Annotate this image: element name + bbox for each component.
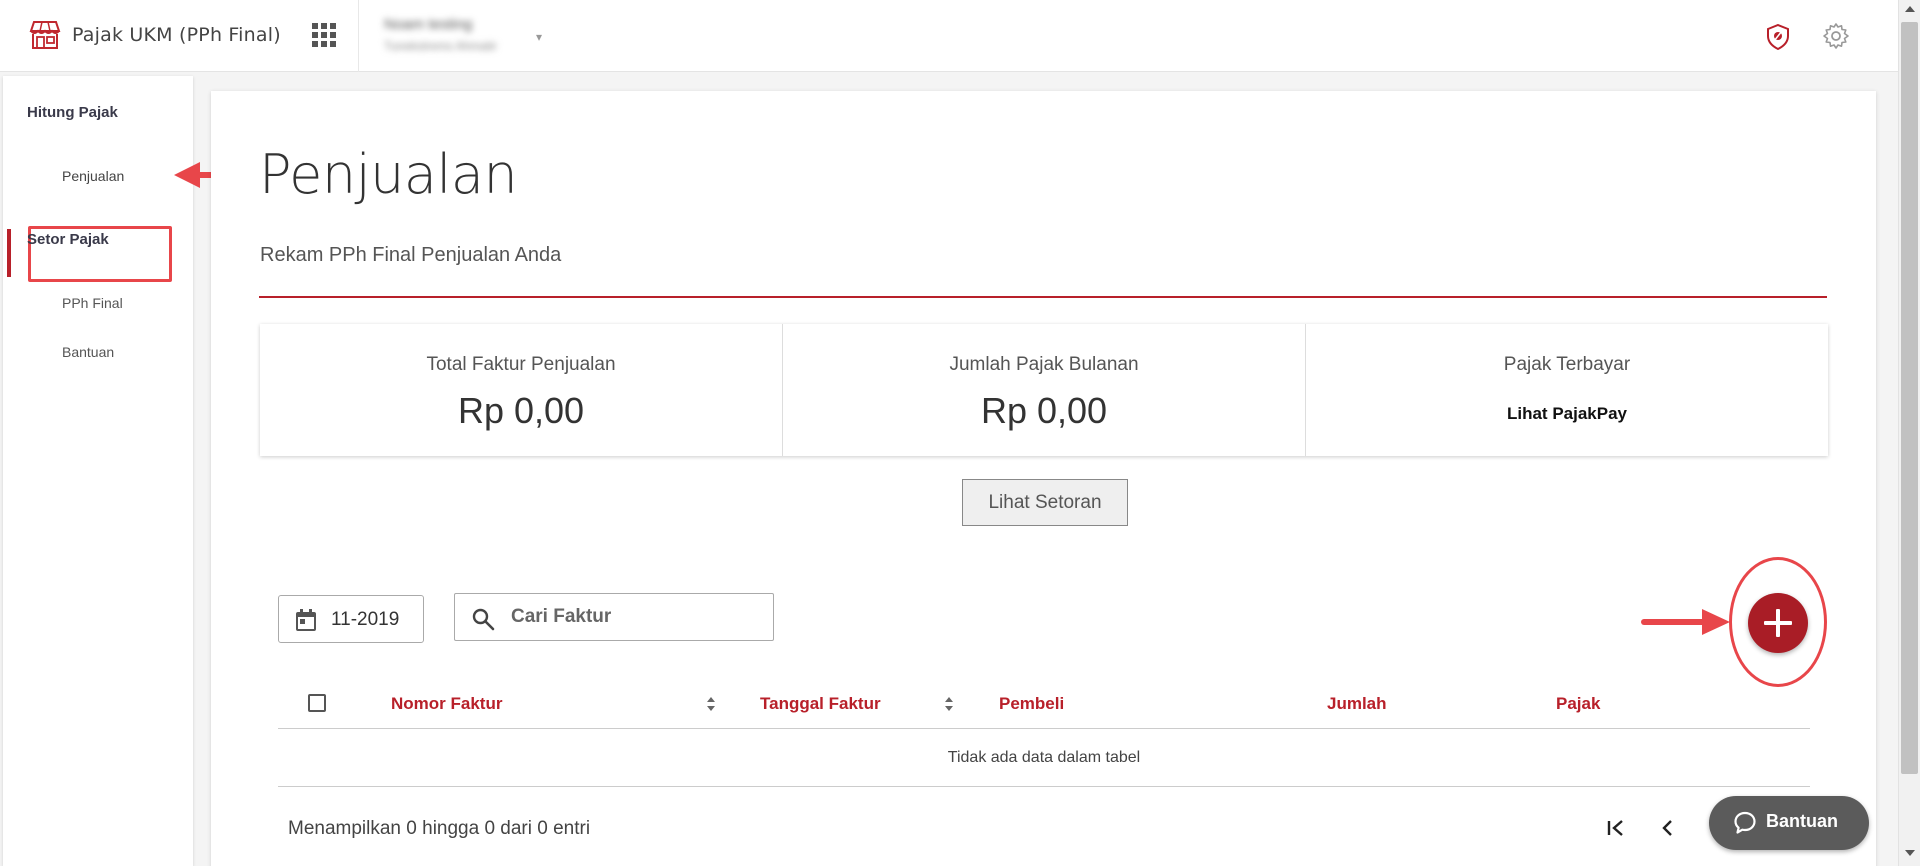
search-box[interactable] xyxy=(454,593,774,641)
first-page-icon[interactable] xyxy=(1606,818,1626,838)
scroll-thumb[interactable] xyxy=(1901,22,1918,774)
col-jumlah[interactable]: Jumlah xyxy=(1327,694,1387,714)
sidebar-item-bantuan[interactable]: Bantuan xyxy=(62,344,114,360)
col-pembeli[interactable]: Pembeli xyxy=(999,694,1064,714)
app-logo[interactable]: Pajak UKM (PPh Final) xyxy=(28,20,281,50)
sidebar-item-penjualan[interactable]: Penjualan xyxy=(62,168,124,184)
stat-jumlah-pajak: Jumlah Pajak Bulanan Rp 0,00 xyxy=(783,324,1306,456)
annotation-highlight-circle xyxy=(1729,557,1827,687)
page-title: Penjualan xyxy=(259,143,518,206)
search-icon xyxy=(472,608,495,631)
period-value: 11-2019 xyxy=(331,609,400,630)
calendar-icon xyxy=(296,609,316,631)
sidebar: Hitung Pajak Penjualan Setor Pajak PPh F… xyxy=(3,76,193,866)
sort-icon[interactable] xyxy=(944,696,954,712)
select-all-checkbox[interactable] xyxy=(308,694,326,712)
sidebar-section-hitung-pajak: Hitung Pajak xyxy=(27,104,118,121)
page-subtitle: Rekam PPh Final Penjualan Anda xyxy=(260,244,562,266)
stat-label: Total Faktur Penjualan xyxy=(426,354,616,375)
scroll-down-arrow-icon[interactable] xyxy=(1905,850,1915,856)
table-header-row: Nomor Faktur Tanggal Faktur Pembeli Juml… xyxy=(278,676,1810,729)
col-nomor-faktur[interactable]: Nomor Faktur xyxy=(391,694,502,714)
lihat-pajakpay-link[interactable]: Lihat PajakPay xyxy=(1306,404,1828,424)
lihat-setoran-button[interactable]: Lihat Setoran xyxy=(962,479,1128,526)
col-pajak[interactable]: Pajak xyxy=(1556,694,1600,714)
col-tanggal-faktur[interactable]: Tanggal Faktur xyxy=(760,694,881,714)
header-divider xyxy=(358,0,359,72)
apps-grid-icon[interactable] xyxy=(312,23,336,47)
shield-icon[interactable] xyxy=(1766,24,1790,50)
app-title: Pajak UKM (PPh Final) xyxy=(72,24,281,46)
user-name: Noam testing xyxy=(384,16,473,33)
stat-pajak-terbayar: Pajak Terbayar Lihat PajakPay xyxy=(1306,324,1828,456)
stat-total-faktur: Total Faktur Penjualan Rp 0,00 xyxy=(260,324,783,456)
sort-icon[interactable] xyxy=(706,696,716,712)
gear-icon[interactable] xyxy=(1822,22,1850,50)
summary-stats: Total Faktur Penjualan Rp 0,00 Jumlah Pa… xyxy=(260,324,1828,456)
stat-value: Rp 0,00 xyxy=(457,390,585,431)
user-account-menu[interactable]: Noam testing Tunekstrems Ahmatir xyxy=(384,16,497,53)
bantuan-help-button[interactable]: Bantuan xyxy=(1709,796,1869,850)
previous-page-icon[interactable] xyxy=(1660,818,1674,838)
top-header: Pajak UKM (PPh Final) Noam testing Tunek… xyxy=(0,0,1898,72)
annotation-arrow-right-icon xyxy=(1641,609,1730,635)
user-subtitle: Tunekstrems Ahmatir xyxy=(384,39,497,53)
title-divider xyxy=(259,296,1827,298)
chevron-down-icon[interactable]: ▾ xyxy=(536,30,542,44)
table-empty-message: Tidak ada data dalam tabel xyxy=(947,749,1141,766)
faktur-table: Nomor Faktur Tanggal Faktur Pembeli Juml… xyxy=(278,676,1810,787)
table-empty-row: Tidak ada data dalam tabel xyxy=(278,729,1810,787)
bantuan-label: Bantuan xyxy=(1766,811,1838,831)
sidebar-item-pph-final[interactable]: PPh Final xyxy=(62,295,123,311)
search-input[interactable] xyxy=(511,602,761,632)
stat-value: Rp 0,00 xyxy=(980,390,1108,431)
sidebar-active-indicator xyxy=(7,229,11,277)
chat-bubble-icon xyxy=(1734,811,1756,834)
table-info: Menampilkan 0 hingga 0 dari 0 entri xyxy=(288,818,591,839)
scroll-up-arrow-icon[interactable] xyxy=(1905,6,1915,12)
page-scrollbar[interactable] xyxy=(1898,0,1920,866)
stat-label: Jumlah Pajak Bulanan xyxy=(949,354,1139,375)
period-picker[interactable]: 11-2019 xyxy=(278,595,424,643)
stat-label: Pajak Terbayar xyxy=(1503,354,1631,375)
sidebar-section-setor-pajak: Setor Pajak xyxy=(27,231,109,248)
store-icon xyxy=(29,21,61,49)
